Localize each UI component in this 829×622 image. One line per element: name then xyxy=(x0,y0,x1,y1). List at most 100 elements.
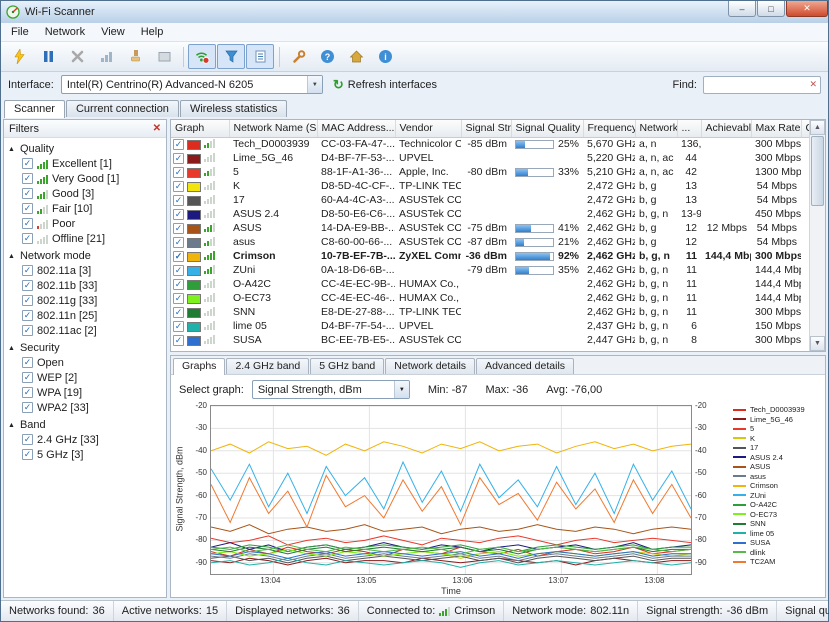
table-row[interactable]: ✓O-EC73CC-4E-EC-46-...HUMAX Co., Ltd.2,4… xyxy=(171,291,809,305)
pause-button[interactable] xyxy=(34,44,62,69)
column-header-frequency[interactable]: Frequency xyxy=(583,120,635,137)
column-header-achievable[interactable]: Achievable ... xyxy=(701,120,751,137)
table-row[interactable]: ✓ASUS14-DA-E9-BB-...ASUSTek COM...-75 dB… xyxy=(171,221,809,235)
info-button[interactable]: i xyxy=(371,44,399,69)
filter-item[interactable]: ✓Fair [10] xyxy=(6,201,164,216)
tab-advanced-details[interactable]: Advanced details xyxy=(476,358,574,374)
refresh-interfaces-button[interactable]: ↻ Refresh interfaces xyxy=(333,78,437,91)
filter-item[interactable]: ✓802.11a [3] xyxy=(6,263,164,278)
column-header-network[interactable]: Network ... xyxy=(635,120,677,137)
checkbox[interactable]: ✓ xyxy=(173,265,184,276)
filter-item[interactable]: ✓802.11ac [2] xyxy=(6,323,164,338)
filter-group-header[interactable]: ▲Security xyxy=(6,341,164,355)
scan-button[interactable] xyxy=(5,44,33,69)
collapse-icon[interactable]: ▲ xyxy=(8,253,15,260)
tab-scanner[interactable]: Scanner xyxy=(4,100,65,118)
menu-view[interactable]: View xyxy=(93,24,133,40)
checkbox[interactable]: ✓ xyxy=(173,251,184,262)
checkbox[interactable]: ✓ xyxy=(22,357,33,368)
column-header-max-rate[interactable]: Max Rate xyxy=(751,120,801,137)
find-input[interactable]: ✕ xyxy=(703,76,821,94)
filter-item[interactable]: ✓Open xyxy=(6,355,164,370)
help-button[interactable]: ? xyxy=(313,44,341,69)
table-row[interactable]: ✓588-1F-A1-36-...Apple, Inc.-80 dBm33%5,… xyxy=(171,165,809,179)
scroll-thumb[interactable] xyxy=(811,136,824,206)
table-row[interactable]: ✓Crimson10-7B-EF-7B-...ZyXEL Comm...-36 … xyxy=(171,249,809,263)
menu-file[interactable]: File xyxy=(3,24,37,40)
column-header-[interactable]: ... xyxy=(677,120,701,137)
filter-group-header[interactable]: ▲Band xyxy=(6,418,164,432)
table-row[interactable]: ✓O-A42CCC-4E-EC-9B-...HUMAX Co., Ltd.2,4… xyxy=(171,277,809,291)
checkbox[interactable]: ✓ xyxy=(173,279,184,290)
vertical-scrollbar[interactable]: ▲ ▼ xyxy=(809,120,825,351)
checkbox[interactable]: ✓ xyxy=(173,195,184,206)
checkbox[interactable]: ✓ xyxy=(173,153,184,164)
table-row[interactable]: ✓1760-A4-4C-A3-...ASUSTek COM...2,472 GH… xyxy=(171,193,809,207)
tab-5-ghz-band[interactable]: 5 GHz band xyxy=(310,358,384,374)
checkbox[interactable]: ✓ xyxy=(22,188,33,199)
column-header-signal-quality[interactable]: Signal Quality xyxy=(511,120,583,137)
minimize-button[interactable]: – xyxy=(728,1,756,17)
maximize-button[interactable]: □ xyxy=(757,1,785,17)
tab-wireless-statistics[interactable]: Wireless statistics xyxy=(180,100,287,117)
home-button[interactable] xyxy=(342,44,370,69)
checkbox[interactable]: ✓ xyxy=(173,167,184,178)
wifi-capture-button[interactable] xyxy=(188,44,216,69)
scroll-down-arrow[interactable]: ▼ xyxy=(810,336,825,351)
menu-network[interactable]: Network xyxy=(37,24,93,40)
checkbox[interactable]: ✓ xyxy=(22,203,33,214)
checkbox[interactable]: ✓ xyxy=(173,321,184,332)
menu-help[interactable]: Help xyxy=(133,24,172,40)
column-header-graph[interactable]: Graph xyxy=(171,120,229,137)
checkbox[interactable]: ✓ xyxy=(173,209,184,220)
filter-item[interactable]: ✓WPA [19] xyxy=(6,385,164,400)
filter-item[interactable]: ✓802.11n [25] xyxy=(6,308,164,323)
checkbox[interactable]: ✓ xyxy=(22,218,33,229)
table-row[interactable]: ✓asusC8-60-00-66-...ASUSTek COM...-87 dB… xyxy=(171,235,809,249)
collapse-icon[interactable]: ▲ xyxy=(8,146,15,153)
scroll-up-arrow[interactable]: ▲ xyxy=(810,120,825,135)
chart-button[interactable] xyxy=(92,44,120,69)
tab-network-details[interactable]: Network details xyxy=(385,358,475,374)
filter-item[interactable]: ✓802.11b [33] xyxy=(6,278,164,293)
table-row[interactable]: ✓ZUni0A-18-D6-6B-...-79 dBm35%2,462 GHzb… xyxy=(171,263,809,277)
checkbox[interactable]: ✓ xyxy=(22,402,33,413)
clear-find-icon[interactable]: ✕ xyxy=(809,79,817,90)
filter-item[interactable]: ✓5 GHz [3] xyxy=(6,447,164,462)
graph-type-select[interactable]: Signal Strength, dBm ▼ xyxy=(252,380,410,399)
checkbox[interactable]: ✓ xyxy=(22,295,33,306)
checkbox[interactable]: ✓ xyxy=(173,237,184,248)
table-row[interactable]: ✓Lime_5G_46D4-BF-7F-53-...UPVEL5,220 GHz… xyxy=(171,151,809,165)
tab-graphs[interactable]: Graphs xyxy=(173,358,225,375)
settings-button[interactable] xyxy=(284,44,312,69)
table-row[interactable]: ✓lime 05D4-BF-7F-54-...UPVEL2,437 GHzb, … xyxy=(171,319,809,333)
filter-group-header[interactable]: ▲Network mode xyxy=(6,249,164,263)
checkbox[interactable]: ✓ xyxy=(173,307,184,318)
checkbox[interactable]: ✓ xyxy=(22,280,33,291)
close-button[interactable]: ✕ xyxy=(786,1,828,17)
filter-button[interactable] xyxy=(217,44,245,69)
table-row[interactable]: ✓KD8-5D-4C-CF-...TP-LINK TECH...2,472 GH… xyxy=(171,179,809,193)
filter-group-header[interactable]: ▲Quality xyxy=(6,142,164,156)
filter-item[interactable]: ✓Very Good [1] xyxy=(6,171,164,186)
checkbox[interactable]: ✓ xyxy=(173,223,184,234)
checkbox[interactable]: ✓ xyxy=(22,325,33,336)
filter-item[interactable]: ✓2.4 GHz [33] xyxy=(6,432,164,447)
filter-item[interactable]: ✓Good [3] xyxy=(6,186,164,201)
checkbox[interactable]: ✓ xyxy=(22,233,33,244)
table-row[interactable]: ✓ASUS 2.4D8-50-E6-C6-...ASUSTek COM...2,… xyxy=(171,207,809,221)
checkbox[interactable]: ✓ xyxy=(173,181,184,192)
collapse-icon[interactable]: ▲ xyxy=(8,345,15,352)
filter-item[interactable]: ✓WEP [2] xyxy=(6,370,164,385)
delete-button[interactable] xyxy=(63,44,91,69)
titlebar[interactable]: Wi-Fi Scanner – □ ✕ xyxy=(1,1,828,23)
table-row[interactable]: ✓SNNE8-DE-27-88-...TP-LINK TECH...2,462 … xyxy=(171,305,809,319)
checkbox[interactable]: ✓ xyxy=(22,158,33,169)
column-header-signal-str[interactable]: Signal Str... xyxy=(461,120,511,137)
report-button[interactable] xyxy=(246,44,274,69)
scroll-track[interactable] xyxy=(810,207,825,336)
export-button[interactable] xyxy=(150,44,178,69)
column-header-chann[interactable]: Chann... xyxy=(801,120,809,137)
checkbox[interactable]: ✓ xyxy=(22,265,33,276)
interface-select[interactable]: Intel(R) Centrino(R) Advanced-N 6205 ▼ xyxy=(61,75,323,94)
